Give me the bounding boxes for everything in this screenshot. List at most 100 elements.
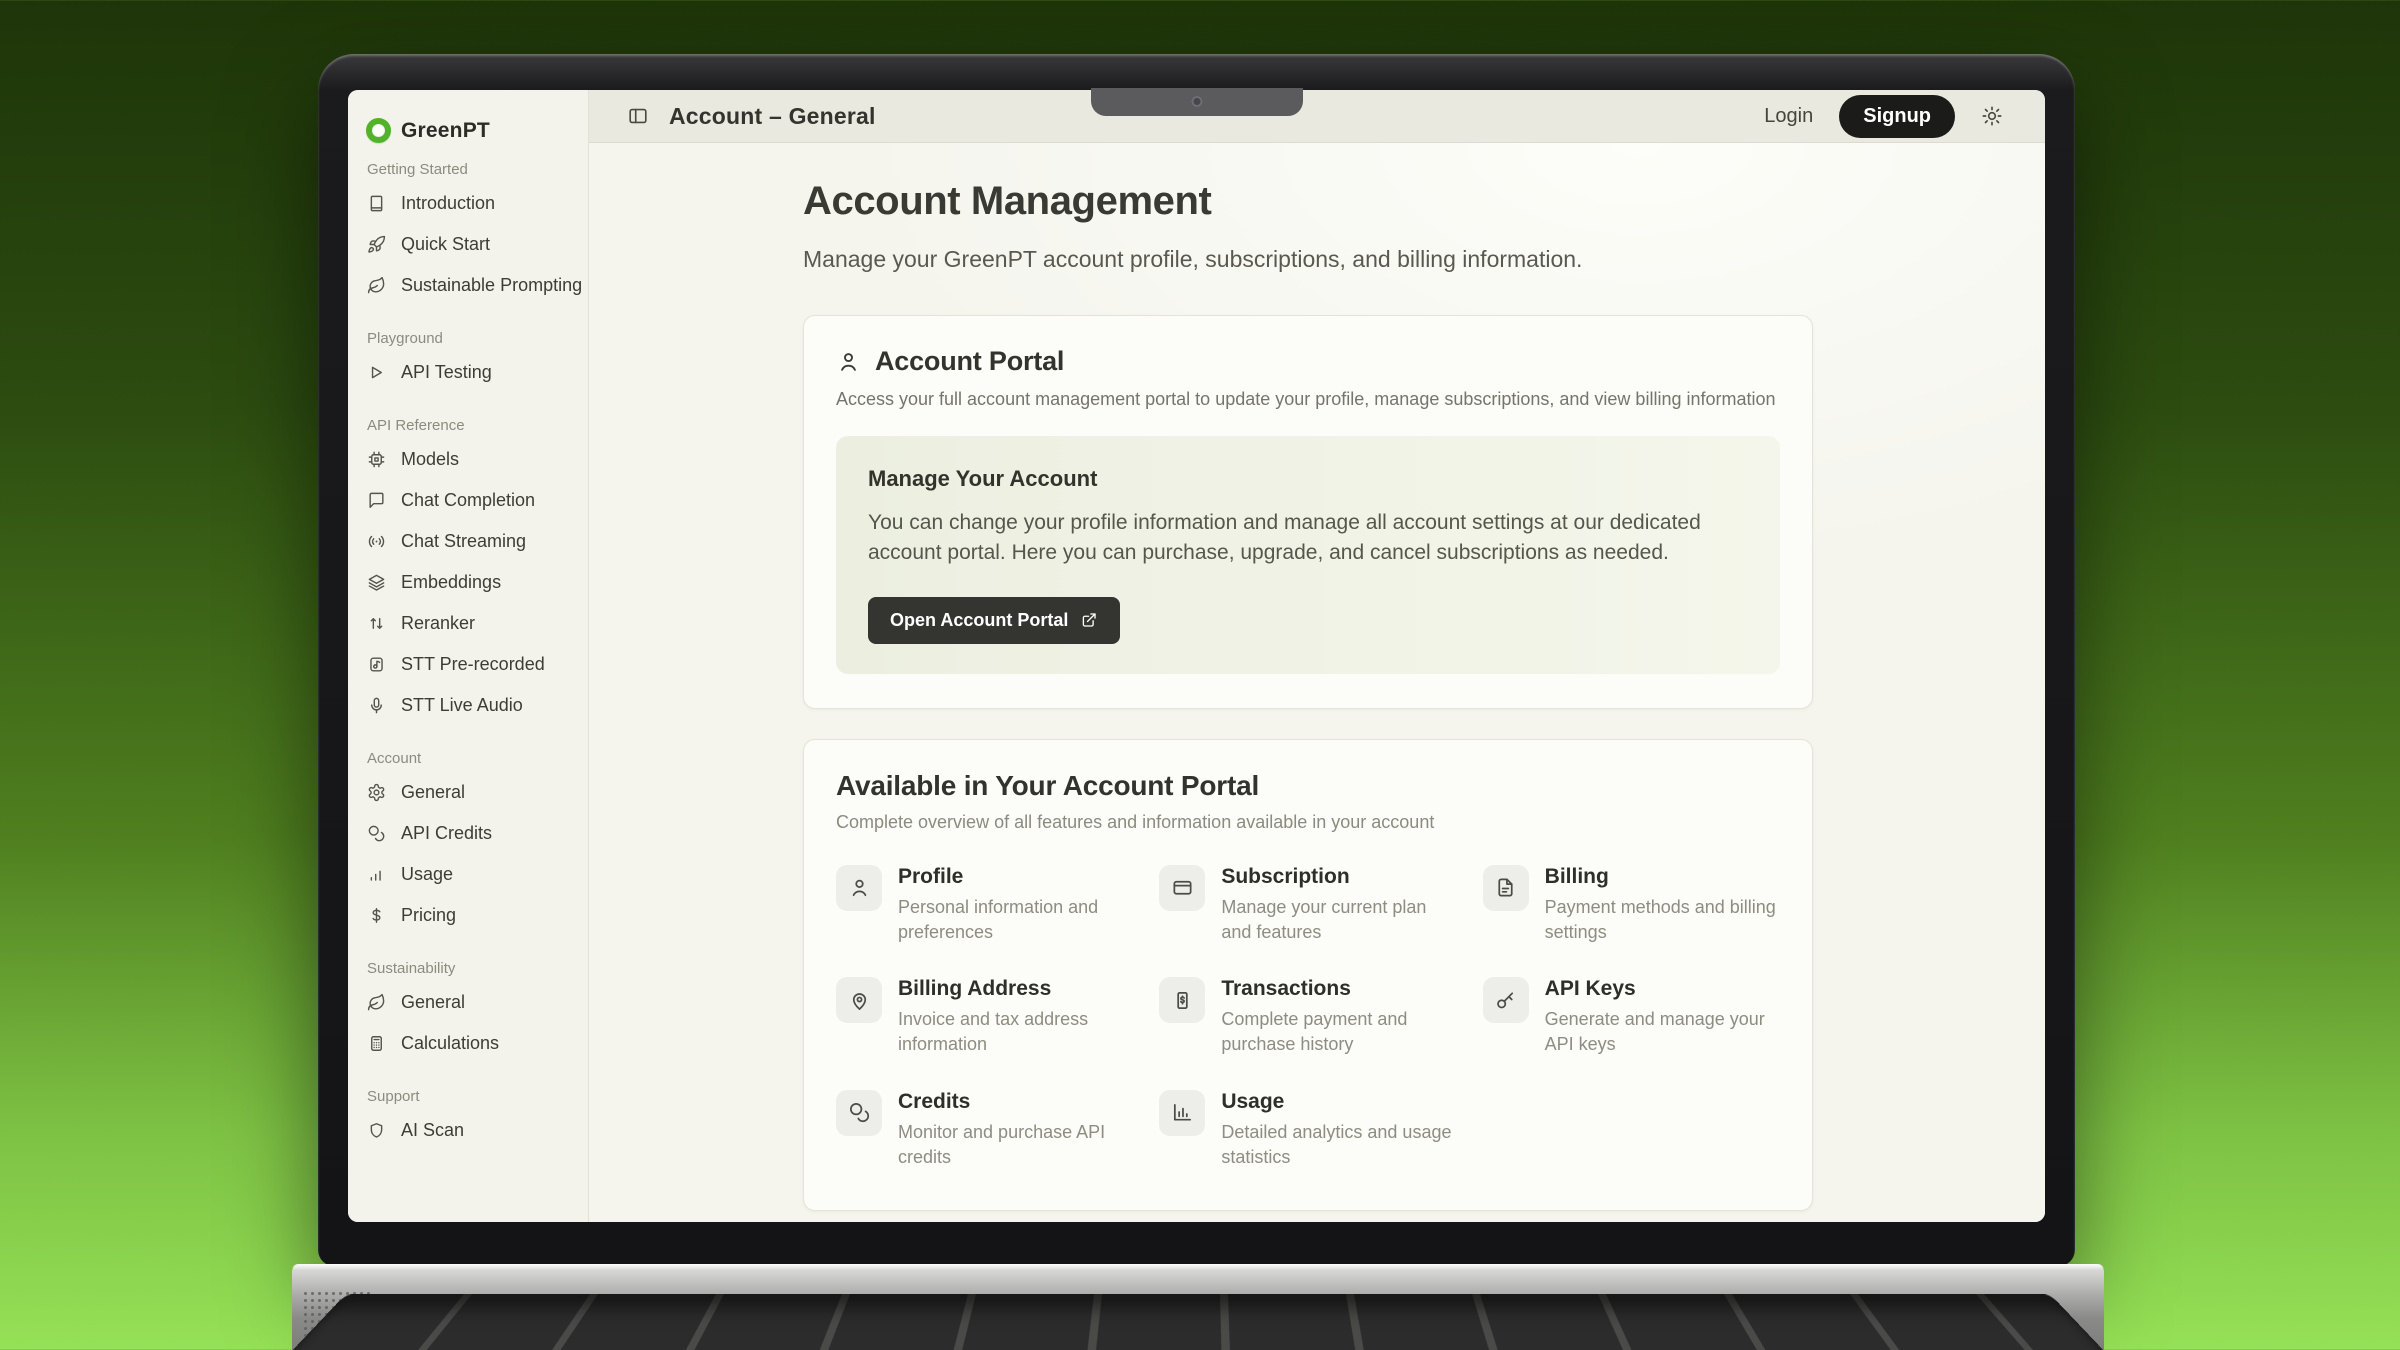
logo[interactable]: GreenPT — [348, 110, 588, 161]
signup-button[interactable]: Signup — [1839, 95, 1955, 138]
sidebar-item-api-testing[interactable]: API Testing — [348, 352, 588, 393]
broadcast-icon — [367, 532, 386, 551]
banknote-icon — [1171, 989, 1194, 1012]
sidebar-item-label: Introduction — [401, 193, 495, 214]
logo-text: GreenPT — [401, 119, 490, 143]
message-icon — [367, 491, 386, 510]
feature-icon-tile — [836, 977, 882, 1023]
sidebar-item-label: Models — [401, 449, 459, 470]
feature-title: Usage — [1221, 1090, 1456, 1114]
feature-icon-tile — [1159, 1090, 1205, 1136]
account-portal-title: Account Portal — [875, 346, 1064, 377]
feature-api-keys: API Keys Generate and manage your API ke… — [1483, 977, 1780, 1057]
shield-icon — [367, 1121, 386, 1140]
main-scroll-area[interactable]: Account Management Manage your GreenPT a… — [589, 143, 2045, 1222]
document-icon — [1494, 876, 1517, 899]
bar-chart-icon — [1171, 1101, 1194, 1124]
sidebar-item-account-general[interactable]: General — [348, 772, 588, 813]
feature-description: Invoice and tax address information — [898, 1007, 1133, 1057]
feature-description: Manage your current plan and features — [1221, 895, 1456, 945]
sidebar-item-reranker[interactable]: Reranker — [348, 603, 588, 644]
login-link[interactable]: Login — [1764, 105, 1813, 128]
user-icon — [848, 876, 871, 899]
sidebar-item-label: Chat Completion — [401, 490, 535, 511]
features-card: Available in Your Account Portal Complet… — [803, 739, 1813, 1211]
coins-icon — [848, 1101, 871, 1124]
sidebar-item-label: Sustainable Prompting — [401, 275, 582, 296]
play-icon — [367, 363, 386, 382]
laptop-deck — [292, 1264, 2104, 1350]
gear-icon — [367, 783, 386, 802]
sidebar-item-label: STT Pre-recorded — [401, 654, 545, 675]
feature-title: Billing — [1545, 865, 1780, 889]
rocket-icon — [367, 235, 386, 254]
sidebar-section-api-reference: API Reference Models Chat Completion Cha… — [348, 417, 588, 726]
sidebar-item-label: AI Scan — [401, 1120, 464, 1141]
content-area: Account – General Login Signup Account M… — [589, 90, 2045, 1222]
feature-description: Monitor and purchase API credits — [898, 1120, 1133, 1170]
dollar-icon — [367, 906, 386, 925]
greenpt-logo-icon — [366, 118, 391, 143]
camera-dot — [1191, 96, 1202, 107]
feature-title: API Keys — [1545, 977, 1780, 1001]
sidebar-item-models[interactable]: Models — [348, 439, 588, 480]
cpu-icon — [367, 450, 386, 469]
sidebar-section-playground: Playground API Testing — [348, 330, 588, 393]
section-label: API Reference — [348, 417, 588, 434]
sidebar-item-stt-live-audio[interactable]: STT Live Audio — [348, 685, 588, 726]
feature-subscription: Subscription Manage your current plan an… — [1159, 865, 1456, 945]
section-label: Account — [348, 750, 588, 767]
sidebar-item-label: General — [401, 782, 465, 803]
panel-toggle-icon[interactable] — [627, 105, 649, 127]
topbar: Account – General Login Signup — [589, 90, 2045, 143]
manage-account-panel: Manage Your Account You can change your … — [836, 436, 1780, 674]
feature-description: Detailed analytics and usage statistics — [1221, 1120, 1456, 1170]
sidebar-item-stt-prerecorded[interactable]: STT Pre-recorded — [348, 644, 588, 685]
feature-title: Profile — [898, 865, 1133, 889]
feature-title: Billing Address — [898, 977, 1133, 1001]
feature-icon-tile — [1483, 865, 1529, 911]
sidebar-item-sustainability-general[interactable]: General — [348, 982, 588, 1023]
sidebar-item-pricing[interactable]: Pricing — [348, 895, 588, 936]
sidebar-item-label: General — [401, 992, 465, 1013]
sidebar-item-sustainable-prompting[interactable]: Sustainable Prompting — [348, 265, 588, 306]
page-subtitle: Manage your GreenPT account profile, sub… — [803, 246, 2045, 273]
calculator-icon — [367, 1034, 386, 1053]
sidebar-item-label: API Testing — [401, 362, 492, 383]
theme-toggle[interactable] — [1981, 105, 2003, 127]
feature-title: Subscription — [1221, 865, 1456, 889]
bar-chart-icon — [367, 865, 386, 884]
feature-usage: Usage Detailed analytics and usage stati… — [1159, 1090, 1456, 1170]
map-pin-icon — [848, 989, 871, 1012]
page-title: Account Management — [803, 179, 2045, 224]
open-account-portal-button[interactable]: Open Account Portal — [868, 597, 1120, 644]
feature-description: Personal information and preferences — [898, 895, 1133, 945]
sidebar-section-sustainability: Sustainability General Calculations — [348, 960, 588, 1064]
feature-icon-tile — [836, 1090, 882, 1136]
sidebar-item-label: Quick Start — [401, 234, 490, 255]
sidebar-item-introduction[interactable]: Introduction — [348, 183, 588, 224]
sidebar-item-calculations[interactable]: Calculations — [348, 1023, 588, 1064]
microphone-icon — [367, 696, 386, 715]
key-icon — [1494, 989, 1517, 1012]
feature-description: Generate and manage your API keys — [1545, 1007, 1780, 1057]
sidebar-item-api-credits[interactable]: API Credits — [348, 813, 588, 854]
sidebar-item-chat-completion[interactable]: Chat Completion — [348, 480, 588, 521]
sidebar-item-embeddings[interactable]: Embeddings — [348, 562, 588, 603]
sidebar-section-support: Support AI Scan — [348, 1088, 588, 1151]
feature-credits: Credits Monitor and purchase API credits — [836, 1090, 1133, 1170]
feature-grid: Profile Personal information and prefere… — [836, 865, 1780, 1170]
sidebar-item-usage[interactable]: Usage — [348, 854, 588, 895]
sidebar-item-ai-scan[interactable]: AI Scan — [348, 1110, 588, 1151]
section-label: Getting Started — [348, 161, 588, 178]
page-breadcrumb: Account – General — [669, 103, 876, 130]
sidebar-item-chat-streaming[interactable]: Chat Streaming — [348, 521, 588, 562]
section-label: Support — [348, 1088, 588, 1105]
sidebar-item-label: Reranker — [401, 613, 475, 634]
manage-account-body: You can change your profile information … — [868, 508, 1748, 569]
sidebar-item-quick-start[interactable]: Quick Start — [348, 224, 588, 265]
browser-viewport: GreenPT Getting Started Introduction Qui… — [348, 90, 2045, 1222]
feature-billing-address: Billing Address Invoice and tax address … — [836, 977, 1133, 1057]
section-label: Sustainability — [348, 960, 588, 977]
sidebar-item-label: Chat Streaming — [401, 531, 526, 552]
